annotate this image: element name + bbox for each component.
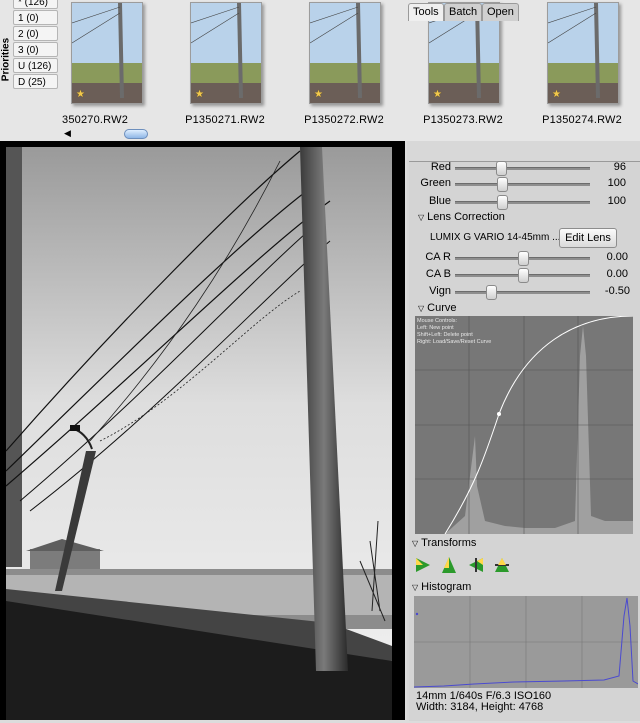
thumbnail-5[interactable]: ★ (547, 2, 619, 104)
tab-tools[interactable]: Tools (408, 3, 444, 21)
exif-info: 14mm 1/640s F/6.3 ISO160 Width: 3184, He… (416, 691, 551, 713)
thumbnail-filename: P1350274.RW2 (542, 114, 622, 126)
disclosure-triangle-icon: ▽ (412, 583, 419, 592)
curve-help-line: Left: New point (417, 325, 454, 331)
transforms-title: Transforms (421, 537, 477, 549)
blue-slider-track[interactable] (455, 201, 590, 204)
ca-b-slider-knob[interactable] (518, 268, 529, 283)
green-label: Green (420, 177, 451, 189)
star-icon: ★ (195, 89, 204, 100)
tab-open[interactable]: Open (482, 3, 519, 21)
star-icon: ★ (314, 89, 323, 100)
priority-1-button[interactable]: 1 (0) (13, 10, 58, 25)
priority-all-button[interactable]: * (126) (13, 0, 58, 9)
scroll-left-icon[interactable]: ◀ (64, 128, 71, 139)
priority-deleted-button[interactable]: D (25) (13, 74, 58, 89)
thumbnail-image (191, 3, 261, 103)
horizontal-scrollbar-thumb[interactable] (124, 129, 148, 139)
thumbnail-image (310, 3, 380, 103)
ca-r-value: 0.00 (606, 251, 628, 263)
curve-help-line: Mouse Controls: (417, 318, 458, 324)
priorities-list: * (126) 1 (0) 2 (0) 3 (0) U (126) D (25) (13, 0, 58, 90)
image-preview[interactable] (0, 141, 405, 720)
vign-value: -0.50 (604, 285, 630, 297)
curve-editor[interactable] (415, 315, 634, 535)
histogram-display (413, 596, 639, 688)
edit-lens-button[interactable]: Edit Lens (559, 228, 617, 248)
lens-name: LUMIX G VARIO 14-45mm ... (430, 232, 561, 243)
priority-unranked-button[interactable]: U (126) (13, 58, 58, 73)
green-slider-track[interactable] (455, 183, 590, 186)
priority-3-button[interactable]: 3 (0) (13, 42, 58, 57)
red-value: 96 (613, 161, 626, 173)
blue-value: 100 (607, 195, 626, 207)
priority-2-button[interactable]: 2 (0) (13, 26, 58, 41)
histogram-title: Histogram (421, 581, 472, 593)
vign-slider-knob[interactable] (486, 285, 497, 300)
tab-batch[interactable]: Batch (444, 3, 483, 21)
preview-photo (0, 141, 405, 720)
thumbnail-filename: P1350272.RW2 (304, 114, 384, 126)
thumbnail-1[interactable]: ★ (71, 2, 143, 104)
thumbnail-2[interactable]: ★ (190, 2, 262, 104)
curve-title: Curve (427, 302, 457, 314)
rotate-left-icon[interactable] (414, 556, 432, 574)
exif-line-2: Width: 3184, Height: 4768 (416, 701, 544, 713)
ca-r-slider-knob[interactable] (518, 251, 529, 266)
vign-slider-track[interactable] (455, 291, 590, 294)
star-icon: ★ (76, 89, 85, 100)
ca-b-value: 0.00 (606, 268, 628, 280)
red-slider-knob[interactable] (496, 161, 507, 176)
blue-slider-knob[interactable] (497, 195, 508, 210)
curve-help-line: Right: Load/Save/Reset Curve (417, 339, 492, 345)
thumbnail-image (548, 3, 618, 103)
flip-vertical-icon[interactable] (493, 556, 511, 574)
ca-b-label: CA B (425, 268, 451, 280)
thumbnail-3[interactable]: ★ (309, 2, 381, 104)
red-slider-track[interactable] (455, 167, 590, 170)
vign-label: Vign (429, 285, 451, 297)
flip-horizontal-icon[interactable] (467, 556, 485, 574)
thumbnail-filename: P1350273.RW2 (423, 114, 503, 126)
thumbnail-image (72, 3, 142, 103)
transforms-header[interactable]: ▽ Transforms (412, 537, 476, 549)
disclosure-triangle-icon: ▽ (412, 539, 419, 548)
lens-correction-header[interactable]: ▽ Lens Correction (418, 211, 505, 223)
star-icon: ★ (433, 89, 442, 100)
histogram-header[interactable]: ▽ Histogram (412, 581, 471, 593)
red-label: Red (430, 161, 451, 173)
green-value: 100 (607, 177, 626, 189)
disclosure-triangle-icon: ▽ (418, 213, 425, 222)
rotate-right-icon[interactable] (440, 556, 458, 574)
curve-help-text: Mouse Controls: Left: New point Shift+Le… (417, 318, 491, 346)
star-icon: ★ (552, 89, 561, 100)
thumbnail-filename: 350270.RW2 (62, 114, 129, 126)
curve-header[interactable]: ▽ Curve (418, 302, 457, 314)
green-slider-knob[interactable] (497, 177, 508, 192)
histogram-graph (413, 596, 639, 688)
lens-correction-title: Lens Correction (427, 211, 505, 223)
curve-graph (415, 315, 634, 535)
disclosure-triangle-icon: ▽ (418, 304, 425, 313)
thumbnail-filename: P1350271.RW2 (185, 114, 265, 126)
blue-label: Blue (428, 195, 451, 207)
curve-help-line: Shift+Left: Delete point (417, 332, 473, 338)
priorities-label: Priorities (0, 37, 12, 82)
ca-r-label: CA R (425, 251, 451, 263)
